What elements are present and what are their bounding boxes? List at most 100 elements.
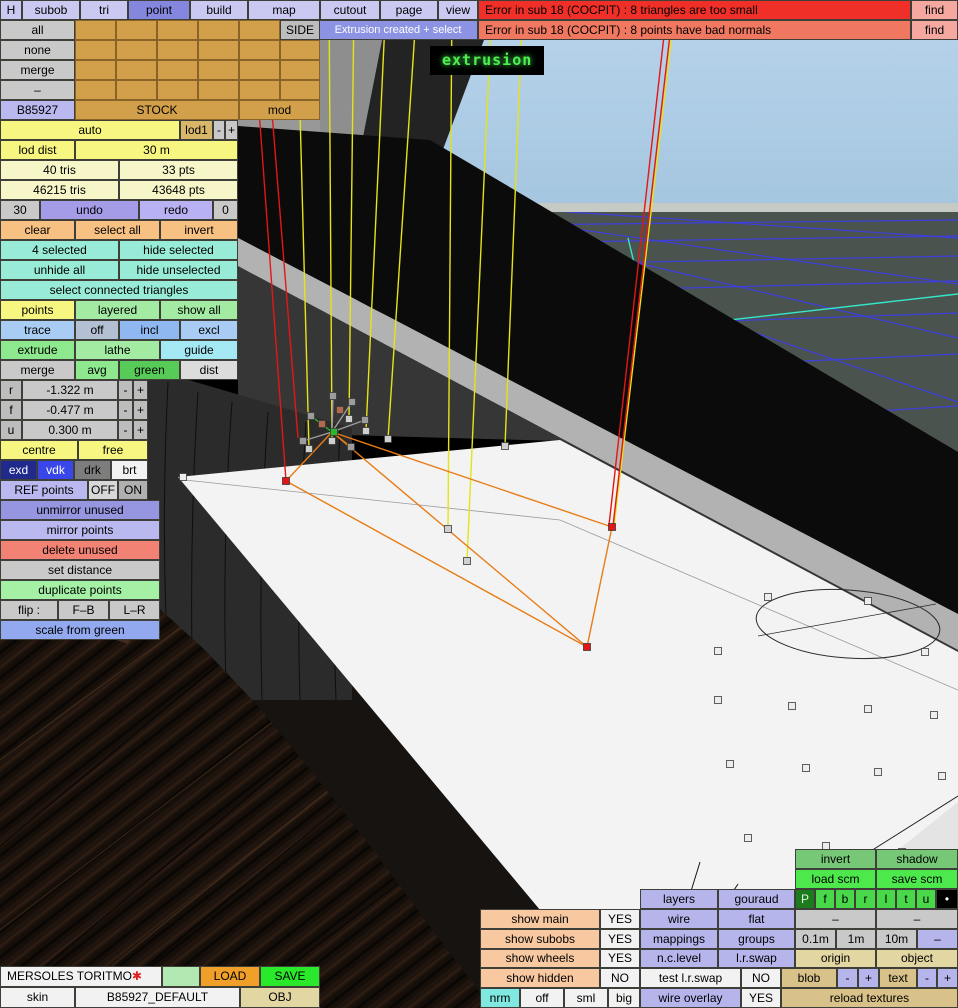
find-button-2[interactable]: find: [911, 20, 958, 40]
palette-slot[interactable]: [75, 20, 116, 40]
dash-button[interactable]: –: [0, 80, 75, 100]
merge-avg-button[interactable]: avg: [75, 360, 119, 380]
vertex-marker[interactable]: [318, 420, 326, 428]
vertex-marker[interactable]: [608, 523, 616, 531]
palette-slot[interactable]: [157, 20, 198, 40]
trace-button[interactable]: trace: [0, 320, 75, 340]
save-scm-button[interactable]: save scm: [876, 869, 958, 889]
coord-r-value[interactable]: -1.322 m: [22, 380, 118, 400]
tab-build[interactable]: build: [190, 0, 248, 20]
centre-button[interactable]: centre: [0, 440, 78, 460]
tab-point-selected[interactable]: point: [128, 0, 190, 20]
grid-01m-button[interactable]: 0.1m: [795, 929, 836, 949]
unmirror-unused-button[interactable]: unmirror unused: [0, 500, 160, 520]
obj-button[interactable]: OBJ: [240, 987, 320, 1008]
wire-overlay-toggle[interactable]: YES: [741, 988, 781, 1008]
coord-f-value[interactable]: -0.477 m: [22, 400, 118, 420]
palette-slot[interactable]: [116, 20, 157, 40]
vertex-marker[interactable]: [938, 772, 946, 780]
vertex-marker[interactable]: [864, 597, 872, 605]
grid-none-button[interactable]: –: [917, 929, 958, 949]
test-lr-swap-button[interactable]: test l.r.swap: [640, 968, 741, 988]
palette-slot[interactable]: [157, 80, 198, 100]
palette-slot[interactable]: [116, 40, 157, 60]
model-id-button[interactable]: B85927: [0, 100, 75, 120]
vertex-marker[interactable]: [348, 398, 356, 406]
palette-side-button[interactable]: SIDE: [280, 20, 320, 40]
coord-u-minus-button[interactable]: -: [118, 420, 133, 440]
tab-page[interactable]: page: [380, 0, 438, 20]
axis-f-button[interactable]: f: [815, 889, 835, 909]
load-button[interactable]: LOAD: [200, 966, 260, 987]
vertex-marker[interactable]: [726, 760, 734, 768]
shading-brt-button[interactable]: brt: [111, 460, 148, 480]
vertex-marker[interactable]: [329, 392, 337, 400]
duplicate-points-button[interactable]: duplicate points: [0, 580, 160, 600]
guide-button[interactable]: guide: [160, 340, 238, 360]
lod1-button[interactable]: lod1: [180, 120, 213, 140]
vertex-marker[interactable]: [345, 415, 353, 423]
ref-points-off-button[interactable]: OFF: [88, 480, 118, 500]
flip-lr-button[interactable]: L–R: [109, 600, 160, 620]
object-button[interactable]: object: [876, 949, 958, 968]
mirror-points-button[interactable]: mirror points: [0, 520, 160, 540]
coord-f-minus-button[interactable]: -: [118, 400, 133, 420]
select-connected-triangles-button[interactable]: select connected triangles: [0, 280, 238, 300]
show-all-button[interactable]: show all: [160, 300, 238, 320]
axis-t-button[interactable]: t: [896, 889, 916, 909]
hide-unselected-button[interactable]: hide unselected: [119, 260, 238, 280]
vertex-marker[interactable]: [299, 437, 307, 445]
vertex-marker[interactable]: [583, 643, 591, 651]
trace-off-button[interactable]: off: [75, 320, 119, 340]
palette-slot[interactable]: [280, 60, 320, 80]
show-hidden-toggle[interactable]: NO: [600, 968, 640, 988]
grid-1m-button[interactable]: 1m: [836, 929, 876, 949]
tab-map[interactable]: map: [248, 0, 320, 20]
nrm-button[interactable]: nrm: [480, 988, 520, 1008]
invert-selection-button[interactable]: invert: [160, 220, 238, 240]
lathe-button[interactable]: lathe: [75, 340, 160, 360]
axis-p-button[interactable]: P: [795, 889, 815, 909]
vertex-marker[interactable]: [362, 427, 370, 435]
text-plus-button[interactable]: +: [937, 968, 958, 988]
palette-slot[interactable]: [239, 60, 280, 80]
vertex-marker[interactable]: [307, 412, 315, 420]
axis-u-button[interactable]: u: [916, 889, 936, 909]
vertex-marker[interactable]: [921, 648, 929, 656]
gouraud-button[interactable]: gouraud: [718, 889, 795, 909]
text-label[interactable]: text: [879, 968, 917, 988]
lod-dist-value[interactable]: 30 m: [75, 140, 238, 160]
nc-level-button[interactable]: n.c.level: [640, 949, 718, 968]
palette-slot[interactable]: [280, 80, 320, 100]
free-button[interactable]: free: [78, 440, 148, 460]
palette-slot[interactable]: [239, 80, 280, 100]
trace-excl-button[interactable]: excl: [180, 320, 238, 340]
show-main-toggle[interactable]: YES: [600, 909, 640, 929]
text-minus-button[interactable]: -: [917, 968, 937, 988]
groups-button[interactable]: groups: [718, 929, 795, 949]
blob-label[interactable]: blob: [781, 968, 837, 988]
lod-plus-button[interactable]: +: [225, 120, 238, 140]
tab-view[interactable]: view: [438, 0, 478, 20]
palette-slot[interactable]: [198, 80, 239, 100]
vertex-marker[interactable]: [802, 764, 810, 772]
palette-slot[interactable]: [157, 60, 198, 80]
vertex-marker[interactable]: [336, 406, 344, 414]
vertex-marker[interactable]: [328, 437, 336, 445]
vertex-marker[interactable]: [384, 435, 392, 443]
coord-r-minus-button[interactable]: -: [118, 380, 133, 400]
palette-slot[interactable]: [280, 40, 320, 60]
merge-dist-button[interactable]: dist: [180, 360, 238, 380]
palette-slot[interactable]: [116, 80, 157, 100]
skin-name[interactable]: B85927_DEFAULT: [75, 987, 240, 1008]
palette-slot[interactable]: [75, 80, 116, 100]
ref-points-label[interactable]: REF points: [0, 480, 88, 500]
wire-button[interactable]: wire: [640, 909, 718, 929]
vertex-marker[interactable]: [463, 557, 471, 565]
vertex-marker[interactable]: [444, 525, 452, 533]
lod-minus-button[interactable]: -: [213, 120, 225, 140]
load-scm-button[interactable]: load scm: [795, 869, 876, 889]
clear-button[interactable]: clear: [0, 220, 75, 240]
palette-slot[interactable]: [75, 40, 116, 60]
shadow-button[interactable]: shadow: [876, 849, 958, 869]
